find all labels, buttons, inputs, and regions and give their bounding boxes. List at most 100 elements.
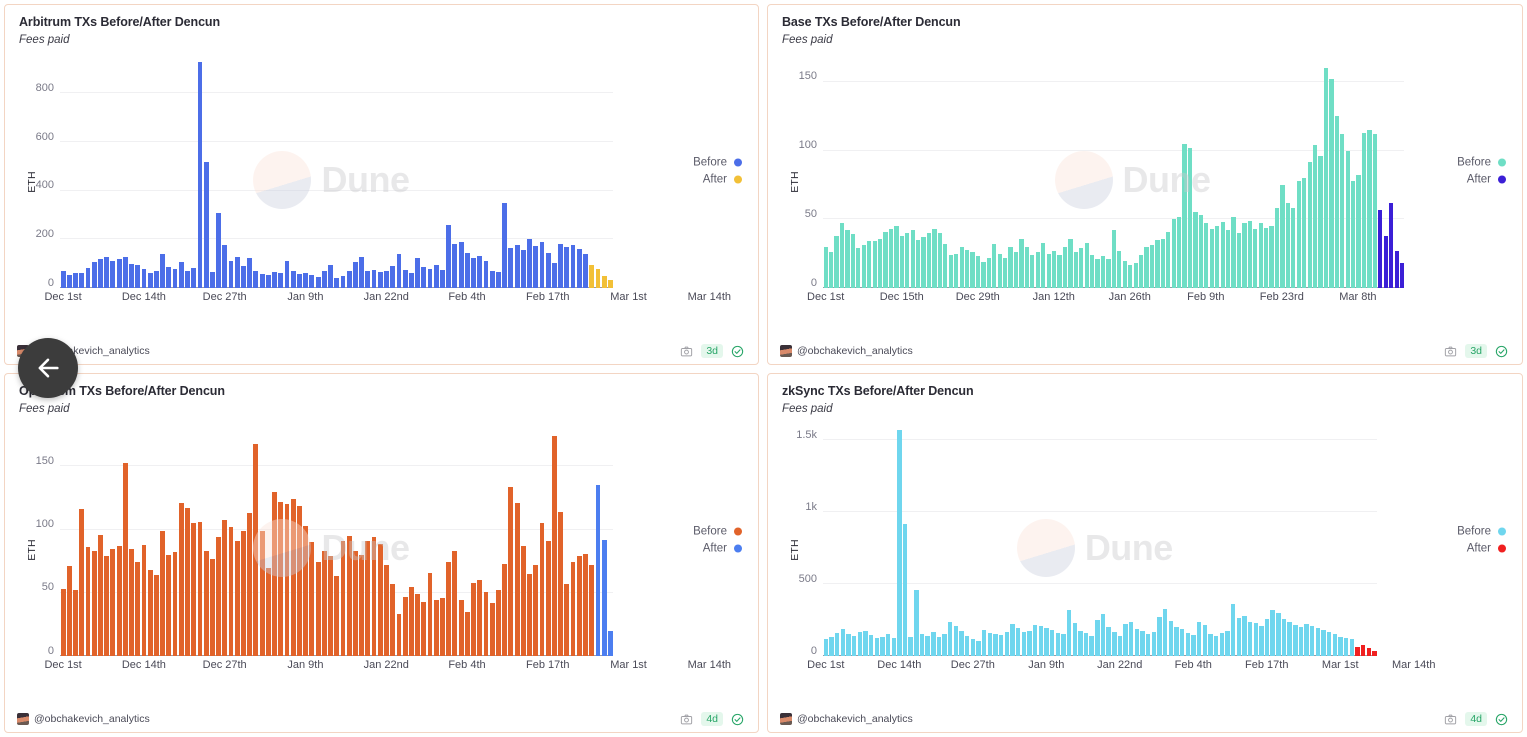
chart-panel: Arbitrum TXs Before/After DencunFees pai…	[4, 4, 759, 365]
y-tick-label: 1k	[805, 501, 817, 513]
legend-item[interactable]: Before	[1457, 525, 1506, 537]
plot-area: ETH050100150Dec 1stDec 14thDec 27thJan 9…	[5, 422, 758, 678]
legend-item[interactable]: After	[693, 174, 742, 186]
y-tick-label: 100	[799, 139, 817, 151]
panel-title: Arbitrum TXs Before/After Dencun	[19, 15, 220, 29]
x-tick-label: Dec 27th	[203, 659, 247, 671]
x-tick-label: Feb 4th	[448, 291, 485, 303]
chart-legend: Before After	[693, 152, 742, 191]
panel-title: zkSync TXs Before/After Dencun	[782, 384, 974, 398]
legend-item[interactable]: After	[1457, 542, 1506, 554]
author-link[interactable]: @obchakevich_analytics	[780, 345, 913, 357]
footer-actions: 3d	[1444, 344, 1508, 358]
legend-color-dot	[1498, 544, 1506, 552]
x-tick-label: Feb 23rd	[1260, 291, 1304, 303]
x-tick-label: Dec 1st	[807, 291, 844, 303]
x-axis-labels: Dec 1stDec 14thDec 27thJan 9thJan 22ndFe…	[823, 656, 1377, 676]
avatar	[17, 713, 29, 725]
legend-label: Before	[693, 525, 727, 537]
legend-item[interactable]: Before	[1457, 157, 1506, 169]
x-tick-label: Dec 14th	[122, 291, 166, 303]
x-tick-label: Jan 22nd	[1097, 659, 1142, 671]
x-tick-label: Feb 9th	[1187, 291, 1224, 303]
x-tick-label: Mar 1st	[1322, 659, 1359, 671]
x-tick-label: Mar 1st	[610, 291, 647, 303]
x-tick-label: Dec 14th	[122, 659, 166, 671]
axes: 050100150Dec 1stDec 14thDec 27thJan 9thJ…	[60, 426, 613, 656]
back-button[interactable]	[18, 338, 78, 398]
legend-label: After	[703, 174, 727, 186]
chart-legend: Before After	[1457, 520, 1506, 559]
panel-footer: @obchakevich_analytics 3d	[768, 338, 1522, 364]
panel-footer: @obchakevich_analytics 4d	[768, 706, 1522, 732]
bar[interactable]	[607, 280, 613, 288]
camera-icon[interactable]	[680, 345, 693, 358]
author-link[interactable]: @obchakevich_analytics	[780, 713, 913, 725]
legend-color-dot	[734, 176, 742, 184]
x-tick-label: Feb 4th	[1175, 659, 1212, 671]
author-link[interactable]: @obchakevich_analytics	[17, 713, 150, 725]
legend-label: Before	[1457, 525, 1491, 537]
y-tick-label: 150	[799, 70, 817, 82]
x-tick-label: Mar 14th	[1392, 659, 1435, 671]
legend-item[interactable]: After	[693, 542, 742, 554]
panel-title: Base TXs Before/After Dencun	[782, 15, 961, 29]
chart-legend: Before After	[1457, 152, 1506, 191]
bar[interactable]	[1399, 263, 1404, 288]
y-tick-label: 0	[48, 645, 54, 657]
chart-legend: Before After	[693, 520, 742, 559]
refresh-age-badge: 3d	[701, 344, 723, 358]
x-tick-label: Mar 14th	[688, 659, 731, 671]
x-tick-label: Jan 22nd	[364, 659, 409, 671]
legend-item[interactable]: After	[1457, 174, 1506, 186]
legend-color-dot	[734, 527, 742, 535]
y-tick-label: 50	[805, 208, 817, 220]
check-circle-icon	[731, 713, 744, 726]
legend-label: Before	[1457, 157, 1491, 169]
x-tick-label: Jan 9th	[1028, 659, 1064, 671]
legend-color-dot	[1498, 176, 1506, 184]
refresh-age-badge: 4d	[701, 712, 723, 726]
plot-area: ETH05001k1.5kDec 1stDec 14thDec 27thJan …	[768, 422, 1522, 678]
legend-item[interactable]: Before	[693, 525, 742, 537]
x-tick-label: Feb 17th	[526, 291, 569, 303]
y-tick-label: 100	[36, 518, 54, 530]
y-tick-label: 0	[811, 277, 817, 289]
chart-panel: zkSync TXs Before/After DencunFees paidE…	[767, 373, 1523, 733]
x-tick-label: Dec 27th	[203, 291, 247, 303]
x-tick-label: Mar 1st	[610, 659, 647, 671]
y-tick-label: 200	[36, 228, 54, 240]
legend-color-dot	[1498, 527, 1506, 535]
legend-color-dot	[734, 544, 742, 552]
author-name: @obchakevich_analytics	[797, 345, 913, 357]
x-tick-label: Jan 9th	[287, 291, 323, 303]
x-tick-label: Mar 14th	[688, 291, 731, 303]
axes: 0200400600800Dec 1stDec 14thDec 27thJan …	[60, 57, 613, 288]
plot-area: ETH050100150Dec 1stDec 15thDec 29thJan 1…	[768, 53, 1522, 310]
camera-icon[interactable]	[1444, 345, 1457, 358]
refresh-age-badge: 4d	[1465, 712, 1487, 726]
x-tick-label: Jan 12th	[1033, 291, 1075, 303]
camera-icon[interactable]	[680, 713, 693, 726]
x-tick-label: Dec 1st	[44, 291, 81, 303]
x-tick-label: Jan 9th	[287, 659, 323, 671]
x-tick-label: Jan 26th	[1109, 291, 1151, 303]
bar[interactable]	[902, 524, 908, 656]
panel-subtitle: Fees paid	[782, 34, 833, 46]
bar-series	[823, 426, 1377, 656]
panel-footer: @obchakevich_analytics 4d	[5, 706, 758, 732]
arrow-left-icon	[34, 354, 62, 382]
bar[interactable]	[203, 162, 209, 288]
camera-icon[interactable]	[1444, 713, 1457, 726]
legend-label: After	[703, 542, 727, 554]
x-axis-labels: Dec 1stDec 15thDec 29thJan 12thJan 26thF…	[823, 288, 1404, 308]
axes: 050100150Dec 1stDec 15thDec 29thJan 12th…	[823, 57, 1404, 288]
y-tick-label: 50	[42, 581, 54, 593]
legend-label: Before	[693, 157, 727, 169]
x-tick-label: Feb 17th	[526, 659, 569, 671]
refresh-age-badge: 3d	[1465, 344, 1487, 358]
author-name: @obchakevich_analytics	[34, 713, 150, 725]
bar[interactable]	[607, 631, 613, 656]
panel-subtitle: Fees paid	[19, 403, 70, 415]
legend-item[interactable]: Before	[693, 157, 742, 169]
